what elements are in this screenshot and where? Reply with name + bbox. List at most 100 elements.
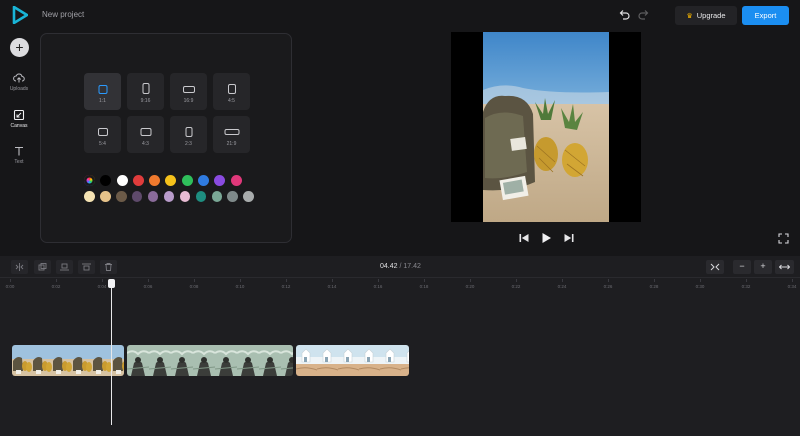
ratio-label: 2:3 bbox=[185, 141, 192, 147]
color-swatch[interactable] bbox=[195, 191, 207, 202]
ruler-tick bbox=[56, 279, 57, 282]
video-clip[interactable] bbox=[127, 345, 293, 376]
sidebar-item-label: Uploads bbox=[9, 86, 29, 92]
top-bar: New project ♛ Upgrade Export bbox=[0, 0, 800, 30]
ruler-label: 0:00 bbox=[5, 284, 15, 289]
split-icon[interactable] bbox=[11, 260, 28, 274]
export-button[interactable]: Export bbox=[742, 6, 789, 25]
ruler-tick bbox=[240, 279, 241, 282]
cloud-upload-icon bbox=[13, 73, 25, 83]
color-swatch[interactable] bbox=[214, 175, 226, 186]
color-swatch[interactable] bbox=[179, 191, 191, 202]
sidebar-item-text[interactable]: Text bbox=[0, 145, 38, 165]
ratio-option-2-3[interactable]: 2:3 bbox=[170, 116, 207, 153]
landscape-icon bbox=[140, 128, 151, 136]
upgrade-button[interactable]: ♛ Upgrade bbox=[675, 6, 737, 25]
project-title[interactable]: New project bbox=[42, 10, 84, 19]
ruler-tick bbox=[424, 279, 425, 282]
canvas-icon bbox=[13, 109, 25, 121]
ruler-label: 0:32 bbox=[741, 284, 751, 289]
ruler-tick bbox=[194, 279, 195, 282]
skip-forward-icon[interactable] bbox=[563, 232, 575, 244]
square-icon bbox=[98, 85, 107, 94]
skip-back-icon[interactable] bbox=[518, 232, 530, 244]
ratio-option-21-9[interactable]: 21:9 bbox=[213, 116, 250, 153]
ruler-tick bbox=[700, 279, 701, 282]
ruler-label: 0:16 bbox=[373, 284, 383, 289]
landscape-icon bbox=[182, 86, 195, 93]
expand-icon[interactable] bbox=[775, 260, 794, 274]
ruler-label: 0:18 bbox=[419, 284, 429, 289]
sidebar-item-uploads[interactable]: Uploads bbox=[0, 72, 38, 92]
color-swatch[interactable] bbox=[115, 191, 127, 202]
color-swatch[interactable] bbox=[230, 175, 242, 186]
ruler-tick bbox=[746, 279, 747, 282]
ratio-option-16-9[interactable]: 16:9 bbox=[170, 73, 207, 110]
color-swatch[interactable] bbox=[132, 175, 144, 186]
color-swatch[interactable] bbox=[100, 175, 112, 186]
zoom-out-button[interactable]: − bbox=[733, 260, 751, 274]
trash-icon[interactable] bbox=[100, 260, 117, 274]
color-swatch[interactable] bbox=[227, 191, 239, 202]
color-picker-icon[interactable] bbox=[84, 175, 95, 186]
ratio-option-4-5[interactable]: 4:5 bbox=[213, 73, 250, 110]
ratio-option-5-4[interactable]: 5:4 bbox=[84, 116, 121, 153]
color-swatch[interactable] bbox=[149, 175, 161, 186]
ratio-label: 21:9 bbox=[226, 141, 237, 147]
color-swatch[interactable] bbox=[163, 191, 175, 202]
swatch-row bbox=[84, 191, 255, 202]
wide-icon bbox=[224, 129, 239, 135]
text-icon bbox=[15, 146, 23, 156]
plus-icon[interactable]: + bbox=[10, 38, 29, 57]
color-swatch[interactable] bbox=[84, 191, 95, 202]
crown-icon: ♛ bbox=[686, 12, 693, 20]
ratio-option-4-3[interactable]: 4:3 bbox=[127, 116, 164, 153]
sidebar-item-label: Text bbox=[14, 159, 24, 165]
fullscreen-icon[interactable] bbox=[778, 233, 789, 244]
background-color-swatches bbox=[84, 175, 255, 207]
ruler-label: 0:04 bbox=[97, 284, 107, 289]
video-clip[interactable] bbox=[296, 345, 409, 376]
color-swatch[interactable] bbox=[131, 191, 143, 202]
video-clip[interactable] bbox=[12, 345, 124, 376]
video-preview[interactable] bbox=[451, 32, 641, 222]
ruler-label: 0:06 bbox=[143, 284, 153, 289]
undo-icon[interactable] bbox=[618, 9, 630, 21]
ruler-label: 0:10 bbox=[235, 284, 245, 289]
ruler-label: 0:02 bbox=[51, 284, 61, 289]
align-top-icon[interactable] bbox=[78, 260, 95, 274]
color-swatch[interactable] bbox=[147, 191, 159, 202]
color-swatch[interactable] bbox=[116, 175, 128, 186]
timeline: 04.42 / 17.42 − + 0:00 0:02 0:04 0:06 0:08 0:… bbox=[0, 256, 800, 436]
swatch-row bbox=[84, 175, 254, 186]
redo-icon[interactable] bbox=[638, 9, 650, 21]
ruler-tick bbox=[378, 279, 379, 282]
aspect-ratio-grid: 1:1 9:16 16:9 4:5 5:4 4:3 2:3 21:9 bbox=[84, 73, 250, 153]
sidebar-item-canvas[interactable]: Canvas bbox=[0, 109, 38, 129]
duplicate-icon[interactable] bbox=[34, 260, 51, 274]
ratio-label: 4:3 bbox=[142, 141, 149, 147]
ruler-label: 0:34 bbox=[787, 284, 797, 289]
color-swatch[interactable] bbox=[198, 175, 210, 186]
ruler-tick bbox=[470, 279, 471, 282]
ratio-option-9-16[interactable]: 9:16 bbox=[127, 73, 164, 110]
ratio-label: 1:1 bbox=[99, 98, 106, 104]
color-swatch[interactable] bbox=[99, 191, 111, 202]
ratio-label: 5:4 bbox=[99, 141, 106, 147]
ruler-tick bbox=[148, 279, 149, 282]
play-logo-icon[interactable] bbox=[12, 6, 28, 24]
color-swatch[interactable] bbox=[211, 191, 223, 202]
playhead-handle[interactable] bbox=[108, 279, 115, 288]
zoom-in-button[interactable]: + bbox=[754, 260, 772, 274]
canvas-panel: 1:1 9:16 16:9 4:5 5:4 4:3 2:3 21:9 bbox=[40, 33, 292, 243]
ratio-option-1-1[interactable]: 1:1 bbox=[84, 73, 121, 110]
color-swatch[interactable] bbox=[243, 191, 255, 202]
color-swatch[interactable] bbox=[181, 175, 193, 186]
fit-icon[interactable] bbox=[706, 260, 724, 274]
align-bottom-icon[interactable] bbox=[56, 260, 73, 274]
color-swatch[interactable] bbox=[165, 175, 177, 186]
portrait-icon bbox=[227, 84, 236, 94]
time-ruler[interactable]: 0:00 0:02 0:04 0:06 0:08 0:10 0:12 0:14 0:16 0:18… bbox=[0, 279, 800, 295]
ruler-tick bbox=[10, 279, 11, 282]
play-icon[interactable] bbox=[540, 232, 552, 244]
